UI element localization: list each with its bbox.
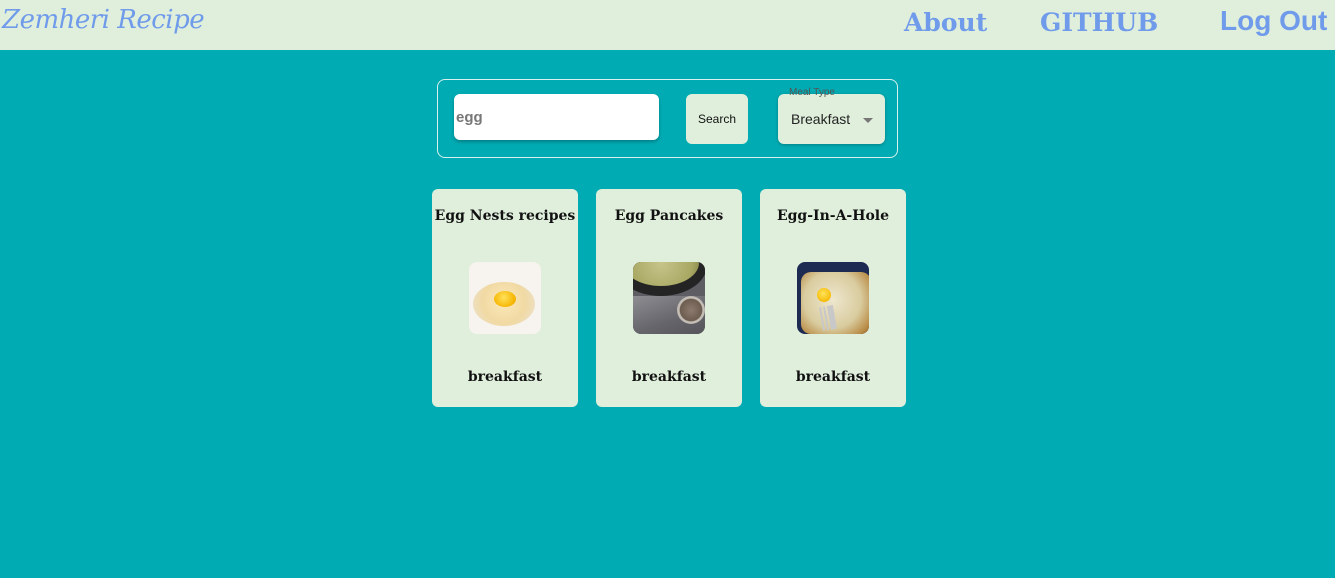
search-button[interactable]: Search (686, 94, 748, 144)
recipe-meal-type: breakfast (795, 369, 871, 385)
recipe-title: Egg Pancakes (614, 208, 724, 224)
nav-github-link[interactable]: GITHUB (1040, 8, 1158, 37)
logout-link[interactable]: Log Out (1220, 5, 1327, 37)
meal-type-value: Breakfast (791, 111, 851, 127)
recipe-card[interactable]: Egg-In-A-Hole breakfast (760, 189, 906, 407)
caret-down-icon (863, 118, 873, 123)
recipe-meal-type: breakfast (631, 369, 707, 385)
search-input[interactable] (454, 94, 659, 140)
egg-pancake-photo (633, 262, 705, 334)
meal-type-select[interactable]: Meal Type Breakfast (778, 87, 885, 144)
recipe-title: Egg-In-A-Hole (776, 208, 890, 224)
egg-in-a-hole-photo (797, 262, 869, 334)
navbar: Zemheri Recipe About GITHUB Log Out (0, 0, 1335, 50)
recipe-title: Egg Nests recipes (434, 208, 576, 224)
recipe-card[interactable]: Egg Pancakes breakfast (596, 189, 742, 407)
search-panel: Search Meal Type Breakfast (437, 79, 898, 158)
meal-type-label: Meal Type (789, 87, 835, 98)
brand-logo[interactable]: Zemheri Recipe (2, 5, 205, 35)
egg-nest-photo (469, 262, 541, 334)
recipe-meal-type: breakfast (467, 369, 543, 385)
recipe-card[interactable]: Egg Nests recipes breakfast (432, 189, 578, 407)
nav-about-link[interactable]: About (904, 8, 987, 37)
